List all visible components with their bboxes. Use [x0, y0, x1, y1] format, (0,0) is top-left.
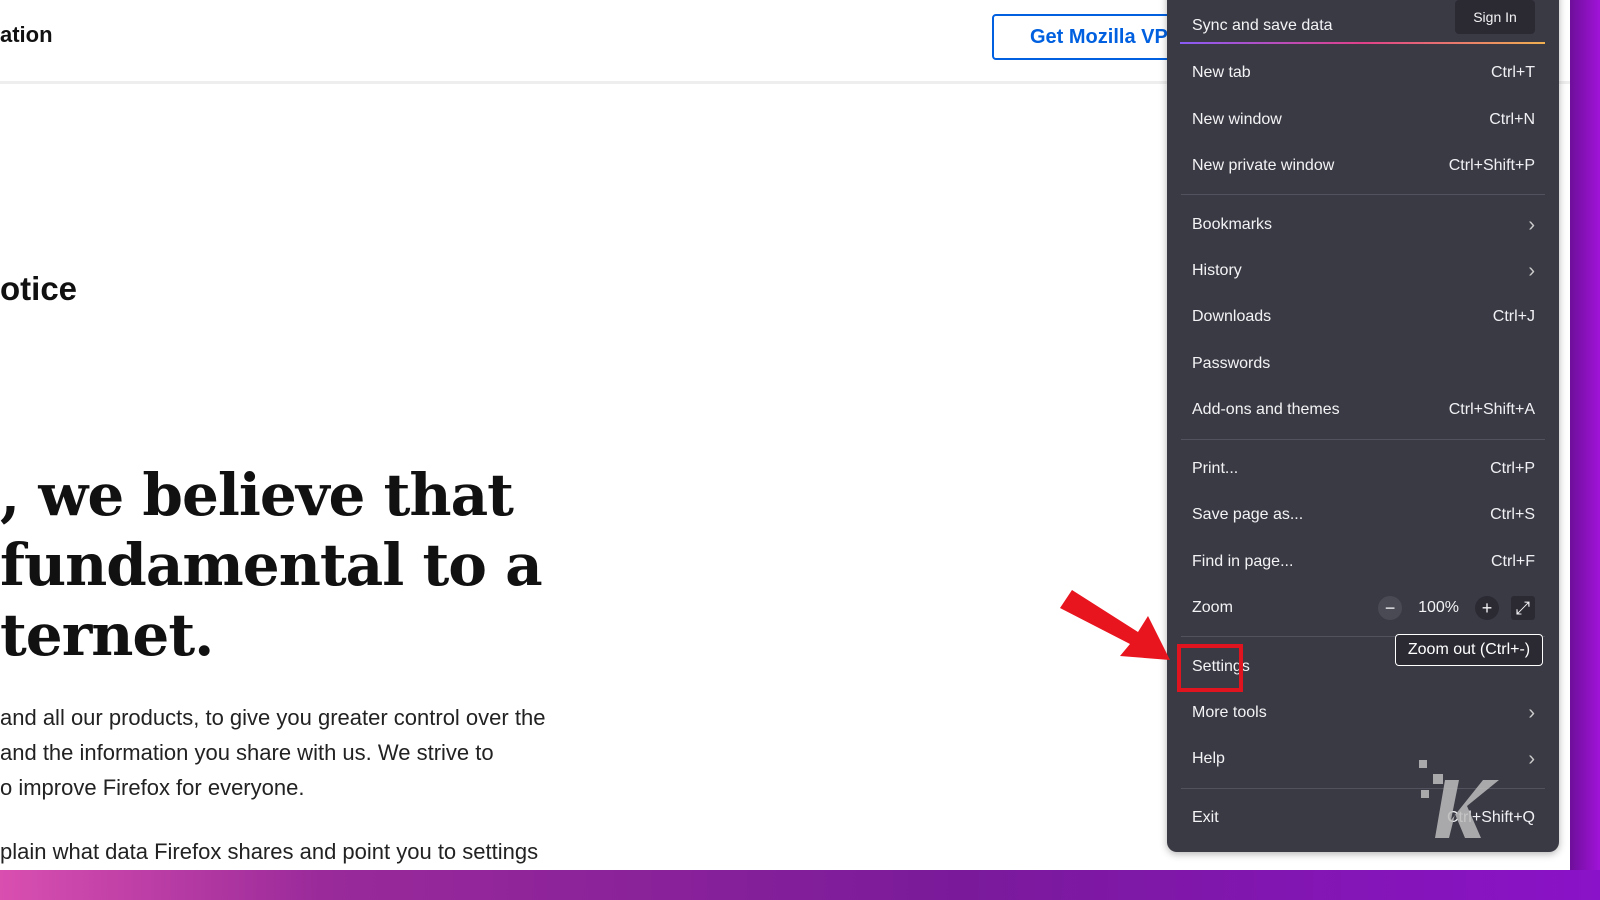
menu-item-label: Help	[1192, 750, 1225, 767]
sign-in-button[interactable]: Sign In	[1455, 0, 1535, 34]
menu-item-label: New tab	[1192, 64, 1251, 81]
body-line: and the information you share with us. W…	[0, 740, 494, 765]
settings-highlight-box	[1177, 644, 1243, 692]
shortcut-label: Ctrl+N	[1489, 111, 1535, 128]
fullscreen-icon[interactable]: ⤢	[1511, 596, 1535, 620]
chevron-right-icon: ›	[1528, 213, 1535, 236]
shortcut-label: Ctrl+T	[1491, 64, 1535, 81]
hero-line: fundamental to a	[0, 531, 543, 599]
hero-line: , we believe that	[0, 461, 514, 529]
menu-item-label: Passwords	[1192, 355, 1271, 372]
notice-heading: otice	[0, 270, 78, 307]
menu-item-new-tab[interactable]: New tab Ctrl+T	[1192, 53, 1535, 93]
menu-item-passwords[interactable]: Passwords	[1192, 344, 1535, 384]
hero-heading: , we believe that fundamental to a terne…	[0, 460, 543, 670]
menu-item-label: More tools	[1192, 704, 1267, 721]
menu-item-new-private-window[interactable]: New private window Ctrl+Shift+P	[1192, 146, 1535, 186]
menu-item-zoom[interactable]: Zoom −100% + ⤢	[1192, 588, 1535, 628]
app-menu: Sync and save data Sign In New tab Ctrl+T…	[1167, 0, 1559, 852]
menu-item-label: Find in page...	[1192, 553, 1294, 570]
menu-item-label: New window	[1192, 111, 1282, 128]
menu-item-label: Print...	[1192, 460, 1239, 477]
frame-border	[1570, 0, 1600, 900]
menu-item-save-page-as[interactable]: Save page as... Ctrl+S	[1192, 495, 1535, 535]
menu-item-add-ons-and-themes[interactable]: Add-ons and themes Ctrl+Shift+A	[1192, 390, 1535, 430]
site-title: ation	[0, 22, 53, 47]
menu-item-print[interactable]: Print... Ctrl+P	[1192, 449, 1535, 489]
menu-item-history[interactable]: History ›	[1192, 251, 1535, 291]
zoom-out-tooltip: Zoom out (Ctrl+-)	[1395, 634, 1543, 666]
watermark-logo-icon	[1419, 760, 1499, 838]
chevron-right-icon: ›	[1528, 259, 1535, 282]
menu-item-new-window[interactable]: New window Ctrl+N	[1192, 100, 1535, 140]
chevron-right-icon: ›	[1528, 701, 1535, 724]
menu-item-label: Zoom	[1192, 599, 1233, 616]
shortcut-label: Ctrl+F	[1491, 553, 1535, 570]
shortcut-label: Ctrl+Shift+P	[1448, 157, 1535, 174]
menu-item-label: History	[1192, 262, 1242, 279]
zoom-in-button[interactable]: +	[1475, 596, 1499, 620]
red-arrow-icon	[1060, 590, 1170, 660]
menu-item-more-tools[interactable]: More tools ›	[1192, 693, 1535, 733]
menu-item-find-in-page[interactable]: Find in page... Ctrl+F	[1192, 542, 1535, 582]
menu-item-label: New private window	[1192, 157, 1335, 174]
shortcut-label: Ctrl+J	[1492, 308, 1535, 325]
menu-item-label: Bookmarks	[1192, 216, 1273, 233]
menu-item-downloads[interactable]: Downloads Ctrl+J	[1192, 297, 1535, 337]
hero-line: ternet.	[0, 601, 214, 669]
shortcut-label: Ctrl+Shift+A	[1448, 401, 1535, 418]
zoom-controls: −100% + ⤢	[1378, 596, 1535, 620]
menu-item-label: Save page as...	[1192, 506, 1304, 523]
shortcut-label: Ctrl+S	[1490, 506, 1535, 523]
body-paragraph-2: plain what data Firefox shares and point…	[0, 839, 539, 864]
shortcut-label: Ctrl+P	[1490, 460, 1535, 477]
zoom-level[interactable]: 100%	[1414, 599, 1463, 617]
menu-separator	[1181, 439, 1545, 440]
menu-item-label: Add-ons and themes	[1192, 401, 1340, 418]
gradient-divider	[1180, 42, 1545, 44]
body-line: and all our products, to give you greate…	[0, 705, 546, 730]
get-vpn-button[interactable]: Get Mozilla VPN	[992, 14, 1192, 60]
sync-label: Sync and save data	[1192, 17, 1333, 34]
menu-item-bookmarks[interactable]: Bookmarks ›	[1192, 205, 1535, 245]
body-paragraph: and all our products, to give you greate…	[0, 700, 545, 805]
menu-item-label: Exit	[1192, 809, 1219, 826]
frame-border	[0, 870, 1600, 900]
menu-separator	[1181, 194, 1545, 195]
body-line: o improve Firefox for everyone.	[0, 775, 305, 800]
chevron-right-icon: ›	[1528, 747, 1535, 770]
menu-item-label: Downloads	[1192, 308, 1272, 325]
zoom-out-button[interactable]: −	[1378, 596, 1403, 620]
